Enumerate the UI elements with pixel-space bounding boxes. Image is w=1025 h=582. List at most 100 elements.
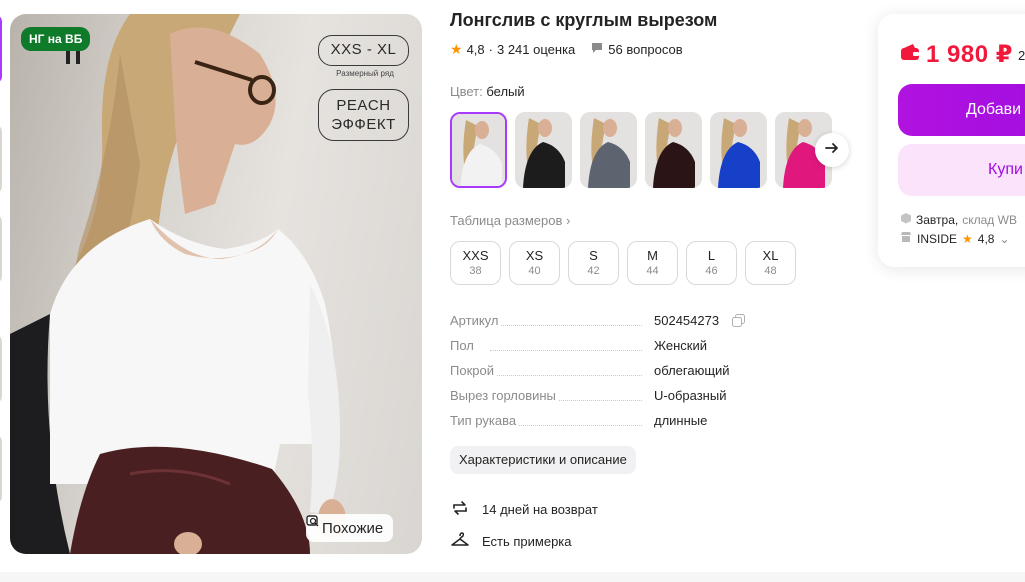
color-key: Цвет: [450,84,483,99]
spec-value: облегающий [654,363,730,378]
promo-badge: НГ на ВБ [21,27,91,51]
color-swatch[interactable] [515,112,572,188]
size-option[interactable]: XL 48 [745,241,796,285]
color-label: Цвет: белый [450,84,525,99]
size-label: S [589,248,598,263]
copy-icon[interactable] [732,314,745,330]
characteristics-button[interactable]: Характеристики и описание [450,446,636,474]
swatch-thumbnail [452,114,505,186]
wallet-icon [900,43,920,66]
color-value: белый [486,84,525,99]
price-value: 1 980 ₽ [926,41,1013,68]
product-page: НГ на ВБ XXS - XL Размерный ряд PEACH ЭФ… [0,0,1025,582]
size-range-label: XXS - XL [318,35,409,66]
size-number: 44 [646,265,659,277]
size-number: 46 [705,265,718,277]
delivery-info: Завтра, склад WB [900,212,1017,227]
size-number: 38 [469,265,482,277]
spec-row: Пол Женский [450,338,750,363]
fitting-available: Есть примерка [450,530,572,553]
swatch-thumbnail [645,112,702,188]
spec-row: Вырез горловины U-образный [450,388,750,413]
seller-rating: 4,8 [977,231,995,246]
star-icon: ★ [450,41,463,57]
spec-value: Женский [654,338,707,353]
shop-icon [900,231,912,246]
spec-value: 502454273 [654,313,720,328]
size-label: XXS [462,248,489,263]
delivery-when: Завтра, [916,212,959,227]
specs-list: Артикул 502454273 Пол Женский Покрой облегающ… [450,313,750,438]
rating-row: ★ 4,8 · 3 241 оценка 56 вопросов [450,41,683,58]
color-swatch[interactable] [450,112,507,188]
swatches-next-button[interactable] [815,133,849,167]
old-price: 2 [1018,48,1025,63]
size-label: L [707,248,716,263]
thumbnail[interactable] [0,334,2,404]
star-icon: ★ [962,231,973,246]
rating-separator: · [488,42,493,57]
arrow-right-icon [824,140,840,161]
main-product-photo[interactable]: НГ на ВБ XXS - XL Размерный ряд PEACH ЭФ… [10,14,422,554]
spec-leader [490,325,642,326]
size-label: XS [525,248,544,263]
thumbnail[interactable] [0,434,2,504]
spec-row: Артикул 502454273 [450,313,750,338]
chevron-right-icon: › [566,213,571,228]
seller-info[interactable]: INSIDE ★ 4,8 ⌄ [900,231,1010,246]
questions-link[interactable]: 56 вопросов [591,42,683,57]
similar-button[interactable]: Похожие [306,514,394,542]
size-table-link[interactable]: Таблица размеров › [450,213,570,228]
return-policy-label: 14 дней на возврат [482,502,598,517]
size-option[interactable]: S 42 [568,241,619,285]
product-title: Лонгслив с круглым вырезом [450,10,718,30]
size-range-caption: Размерный ряд [336,69,394,78]
spec-key: Тип рукава [450,413,519,428]
size-option[interactable]: XXS 38 [450,241,501,285]
chevron-down-icon: ⌄ [999,231,1010,246]
size-number: 42 [587,265,600,277]
spec-key: Пол [450,338,476,353]
peach-effect-line1: PEACH [336,97,391,114]
similar-label: Похожие [322,519,384,537]
color-swatch[interactable] [710,112,767,188]
size-selector: XXS 38 XS 40 S 42 M 44 L 46 XL 48 [450,241,796,285]
chat-bubble-icon [591,42,603,57]
ratings-count-link[interactable]: 3 241 оценка [497,42,575,57]
spec-value: U-образный [654,388,727,403]
questions-count: 56 вопросов [608,42,683,57]
spec-leader [490,375,642,376]
size-option[interactable]: XS 40 [509,241,560,285]
size-table-label: Таблица размеров [450,213,563,228]
return-arrows-icon [450,498,470,521]
color-swatch[interactable] [580,112,637,188]
size-option[interactable]: L 46 [686,241,737,285]
spec-key: Вырез горловины [450,388,558,403]
size-number: 40 [528,265,541,277]
bottom-strip [0,572,1025,582]
return-policy: 14 дней на возврат [450,498,598,521]
seller-name: INSIDE [917,231,958,246]
buy-now-button[interactable]: Купи [898,144,1025,196]
box-icon [900,212,912,227]
size-option[interactable]: M 44 [627,241,678,285]
spec-key: Покрой [450,363,496,378]
add-to-cart-button[interactable]: Добави [898,84,1025,136]
rating-value: 4,8 [466,42,485,57]
size-number: 48 [764,265,777,277]
color-swatch[interactable] [645,112,702,188]
buy-card: 1 980 ₽ 2 Добави Купи Завтра, склад WB I… [878,14,1025,267]
spec-row: Тип рукава длинные [450,413,750,438]
peach-effect-label: PEACH ЭФФЕКТ [318,89,409,141]
fitting-label: Есть примерка [482,534,572,549]
swatch-thumbnail [580,112,637,188]
thumbnail[interactable] [0,214,2,284]
price-row: 1 980 ₽ [900,40,1013,69]
size-label: M [647,248,658,263]
delivery-where: склад WB [962,212,1017,227]
spec-key: Артикул [450,313,501,328]
thumbnail-strip [0,14,6,554]
thumbnail-active[interactable] [0,14,2,84]
thumbnail[interactable] [0,124,2,194]
size-label: XL [762,248,779,263]
